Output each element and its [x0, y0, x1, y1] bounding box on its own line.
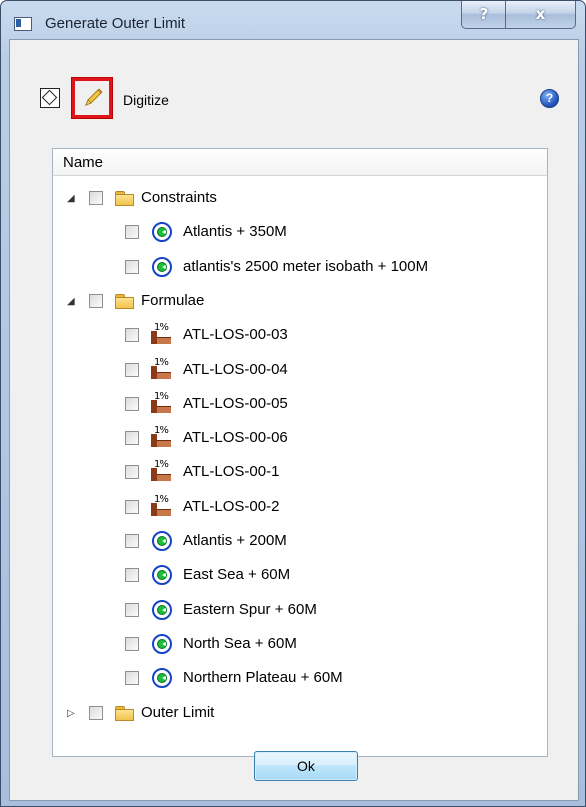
formula-icon: 1%: [151, 494, 171, 518]
tree-group-row[interactable]: ◢ Constraints: [53, 181, 547, 215]
checkbox[interactable]: [125, 225, 139, 240]
digitize-label[interactable]: Digitize: [123, 92, 169, 108]
diamond-icon[interactable]: [40, 88, 60, 108]
tree-item-label: North Sea + 60M: [183, 634, 297, 652]
tree-item-row[interactable]: atlantis's 2500 meter isobath + 100M: [53, 250, 547, 284]
tree-item-row[interactable]: East Sea + 60M: [53, 558, 547, 592]
tree-item-label: atlantis's 2500 meter isobath + 100M: [183, 257, 429, 275]
checkbox[interactable]: [125, 259, 139, 274]
tree-item-label: ATL-LOS-00-03: [183, 326, 288, 344]
window-title: Generate Outer Limit: [45, 15, 186, 32]
tree-group-label: Formulae: [141, 291, 205, 309]
tree-item-label: Eastern Spur + 60M: [183, 600, 317, 618]
toolbar: Digitize ?: [10, 40, 578, 120]
tree-item-label: East Sea + 60M: [183, 566, 291, 584]
tree-item-row[interactable]: North Sea + 60M: [53, 627, 547, 661]
checkbox[interactable]: [125, 671, 139, 686]
dialog-window: Generate Outer Limit ? x Digitize ? Name…: [0, 0, 586, 807]
tree-item-label: Atlantis + 350M: [183, 223, 287, 241]
tree-item-label: ATL-LOS-00-06: [183, 429, 288, 447]
tree-item-row[interactable]: Atlantis + 350M: [53, 215, 547, 249]
folder-icon: [115, 293, 134, 309]
checkbox[interactable]: [125, 602, 139, 617]
checkbox[interactable]: [89, 293, 103, 308]
tree-item-row[interactable]: Atlantis + 200M: [53, 524, 547, 558]
tree-group-row[interactable]: ▷ Outer Limit: [53, 696, 547, 730]
dialog-content: Digitize ? Name ◢ Constraints Atlantis + 3…: [9, 39, 579, 801]
checkbox[interactable]: [125, 328, 139, 343]
formula-icon: 1%: [151, 459, 171, 483]
app-icon: [14, 17, 32, 31]
formula-icon: 1%: [151, 357, 171, 381]
constraint-icon: [152, 531, 172, 551]
tree-item-row[interactable]: 1% ATL-LOS-00-03: [53, 318, 547, 352]
checkbox[interactable]: [125, 499, 139, 514]
checkbox[interactable]: [125, 431, 139, 446]
tree-item-row[interactable]: 1% ATL-LOS-00-04: [53, 353, 547, 387]
tree-item-label: ATL-LOS-00-1: [183, 463, 280, 481]
tree-item-label: ATL-LOS-00-05: [183, 394, 288, 412]
tree-header-name[interactable]: Name: [53, 149, 547, 176]
checkbox[interactable]: [125, 362, 139, 377]
checkbox[interactable]: [125, 465, 139, 480]
constraint-icon: [152, 256, 172, 277]
checkbox[interactable]: [125, 396, 139, 411]
tree-group-label: Constraints: [141, 189, 217, 206]
constraint-icon: [152, 565, 172, 586]
tree-item-row[interactable]: Eastern Spur + 60M: [53, 593, 547, 627]
tree-item-row[interactable]: 1% ATL-LOS-00-05: [53, 387, 547, 421]
tree-item-row[interactable]: 1% ATL-LOS-00-06: [53, 421, 547, 455]
tree-group-label: Outer Limit: [141, 703, 215, 721]
checkbox[interactable]: [89, 191, 103, 205]
collapse-triangle-icon[interactable]: ◢: [67, 296, 75, 307]
constraint-icon: [152, 633, 172, 654]
pencil-icon: [85, 88, 103, 106]
ok-button[interactable]: Ok: [254, 751, 358, 781]
folder-icon: [115, 191, 134, 206]
constraint-icon: [152, 222, 172, 243]
layer-tree[interactable]: Name ◢ Constraints Atlantis + 350M atlantis…: [52, 148, 548, 757]
constraint-icon: [152, 668, 172, 689]
formula-icon: 1%: [151, 425, 171, 449]
tree-item-row[interactable]: 1% ATL-LOS-00-1: [53, 455, 547, 489]
expand-triangle-icon[interactable]: ▷: [67, 708, 75, 719]
checkbox[interactable]: [125, 568, 139, 583]
formula-icon: 1%: [151, 322, 171, 346]
titlebar-help-button[interactable]: ?: [461, 1, 507, 29]
constraint-icon: [152, 599, 172, 620]
tree-item-label: ATL-LOS-00-04: [183, 360, 288, 378]
title-bar[interactable]: Generate Outer Limit ? x: [1, 1, 585, 39]
help-icon[interactable]: ?: [540, 89, 559, 108]
checkbox[interactable]: [125, 534, 139, 548]
close-button[interactable]: x: [505, 1, 576, 29]
tree-item-label: ATL-LOS-00-2: [183, 497, 280, 515]
tree-item-row[interactable]: Northern Plateau + 60M: [53, 661, 547, 695]
tree-item-row[interactable]: 1% ATL-LOS-00-2: [53, 490, 547, 524]
collapse-triangle-icon[interactable]: ◢: [67, 193, 75, 204]
tree-group-row[interactable]: ◢ Formulae: [53, 284, 547, 318]
tree-item-label: Atlantis + 200M: [183, 532, 287, 549]
digitize-button[interactable]: [72, 78, 112, 118]
folder-icon: [115, 705, 134, 721]
formula-icon: 1%: [151, 391, 171, 415]
checkbox[interactable]: [125, 636, 139, 651]
checkbox[interactable]: [89, 705, 103, 720]
tree-item-label: Northern Plateau + 60M: [183, 669, 343, 687]
